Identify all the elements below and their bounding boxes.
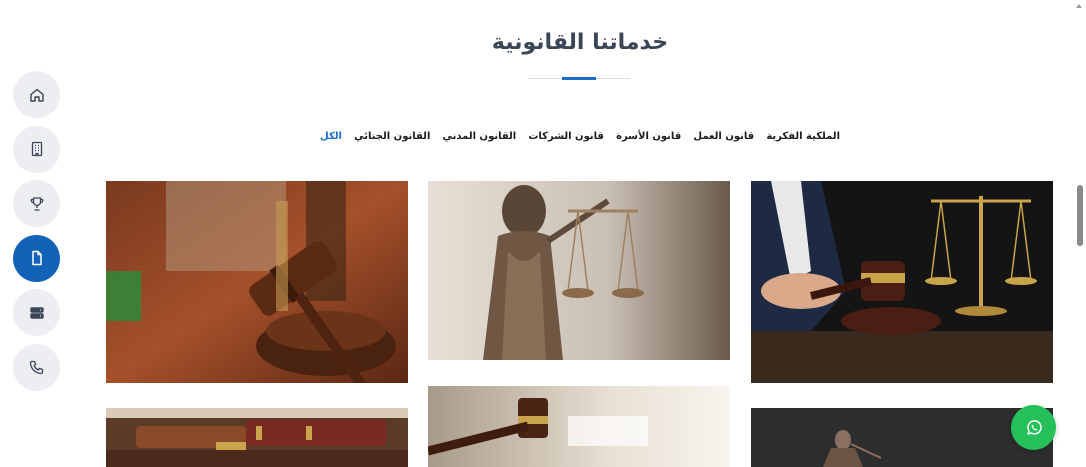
section-title: خدماتنا القانونية	[491, 30, 669, 55]
nav-team-button[interactable]	[13, 289, 60, 336]
section-header: خدماتنا القانونية	[460, 30, 700, 55]
trophy-icon	[30, 196, 43, 211]
service-card-image[interactable]	[751, 408, 1053, 467]
whatsapp-icon	[1026, 419, 1042, 435]
nav-home-button[interactable]	[13, 71, 60, 118]
service-card-image[interactable]	[428, 386, 730, 467]
filter-corporate-law[interactable]: قانون الشركات	[528, 131, 604, 147]
filter-intellectual-property[interactable]: الملكية الفكرية	[766, 131, 840, 147]
page-scrollbar[interactable]	[1072, 0, 1086, 467]
filter-family-law[interactable]: قانون الأسرة	[616, 131, 681, 147]
building-icon	[31, 141, 42, 157]
phone-icon	[29, 360, 43, 375]
law-books-photo	[106, 408, 408, 467]
server-icon	[29, 306, 44, 319]
filter-all[interactable]: الكل	[320, 131, 342, 147]
nav-achievements-button[interactable]	[13, 180, 60, 227]
service-card-image[interactable]	[106, 408, 408, 467]
nav-about-button[interactable]	[13, 125, 60, 173]
gavel-documents-photo	[428, 386, 730, 467]
service-card-image[interactable]	[751, 181, 1053, 383]
home-icon	[29, 88, 44, 102]
judge-gavel-scales-photo	[751, 181, 1053, 383]
filter-labor-law[interactable]: قانون العمل	[693, 131, 754, 147]
filter-criminal-law[interactable]: القانون الجنائي	[354, 131, 430, 147]
service-filter-tabs: الكل القانون الجنائي القانون المدني قانو…	[320, 131, 840, 147]
nav-contact-button[interactable]	[13, 343, 60, 391]
title-divider-accent	[562, 77, 596, 80]
gavel-desk-photo	[106, 181, 408, 383]
service-card-image[interactable]	[428, 181, 730, 360]
filter-civil-law[interactable]: القانون المدني	[443, 131, 517, 147]
whatsapp-button[interactable]	[1011, 405, 1056, 450]
service-card-image[interactable]	[106, 181, 408, 383]
scrollbar-thumb[interactable]	[1077, 185, 1083, 246]
nav-services-button[interactable]	[13, 234, 60, 282]
scroll-up-arrow-icon[interactable]	[1076, 4, 1082, 8]
document-icon	[31, 250, 42, 266]
justice-statue-dark-photo	[751, 408, 1053, 467]
lady-justice-photo	[428, 181, 730, 360]
side-nav	[13, 71, 60, 398]
